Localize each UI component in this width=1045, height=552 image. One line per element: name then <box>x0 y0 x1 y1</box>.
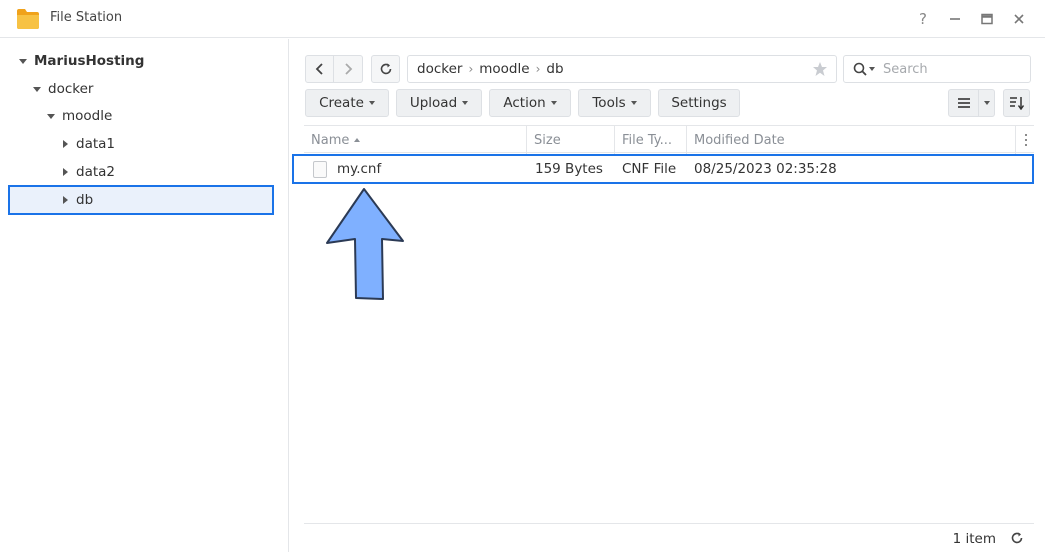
dropdown-caret-icon <box>630 101 637 105</box>
dropdown-caret-icon <box>983 101 990 105</box>
action-label: Action <box>503 95 546 111</box>
sort-button[interactable] <box>1003 89 1030 117</box>
tree-item-label: data2 <box>76 164 115 180</box>
pointer-arrow-icon <box>326 188 404 300</box>
refresh-list-button[interactable] <box>1008 529 1026 547</box>
breadcrumb-item[interactable]: docker <box>417 61 462 77</box>
column-header-label: Size <box>534 132 561 148</box>
file-modified: 08/25/2023 02:35:28 <box>694 161 837 177</box>
tree-item-docker[interactable]: docker <box>32 75 93 103</box>
refresh-button[interactable] <box>371 55 400 83</box>
chevron-left-icon <box>315 63 323 75</box>
search-options-caret-icon[interactable] <box>869 67 875 71</box>
sort-icon <box>1009 97 1024 110</box>
view-mode-group <box>948 89 1030 117</box>
create-label: Create <box>319 95 364 111</box>
file-list-header: Name Size File Ty... Modified Date <box>304 125 1034 154</box>
column-header-type[interactable]: File Ty... <box>615 126 687 154</box>
tree-item-data2[interactable]: data2 <box>60 158 115 186</box>
item-count: 1 item <box>952 531 996 547</box>
tree-selection-highlight <box>8 185 274 215</box>
tree-item-moodle[interactable]: moodle <box>46 102 112 130</box>
search-input[interactable] <box>883 61 1023 77</box>
upload-label: Upload <box>409 95 458 111</box>
collapsed-arrow-icon[interactable] <box>60 139 70 149</box>
window-title: File Station <box>50 10 123 25</box>
breadcrumb-separator: › <box>468 62 474 76</box>
breadcrumb-item[interactable]: db <box>546 61 563 77</box>
help-icon[interactable]: ? <box>912 8 934 30</box>
minimize-icon[interactable] <box>944 8 966 30</box>
settings-button[interactable]: Settings <box>658 89 740 117</box>
folder-icon <box>17 9 39 29</box>
collapsed-arrow-icon[interactable] <box>60 195 70 205</box>
breadcrumb-item[interactable]: moodle <box>479 61 529 77</box>
refresh-icon <box>1011 532 1023 544</box>
search-icon <box>853 62 867 76</box>
file-name: my.cnf <box>337 161 382 177</box>
action-button[interactable]: Action <box>489 89 571 117</box>
column-header-label: File Ty... <box>622 132 673 148</box>
dropdown-caret-icon <box>368 101 375 105</box>
collapsed-arrow-icon[interactable] <box>60 167 70 177</box>
column-header-modified[interactable]: Modified Date <box>687 126 1016 154</box>
expanded-arrow-icon[interactable] <box>46 111 56 121</box>
breadcrumb-separator: › <box>535 62 541 76</box>
column-header-size[interactable]: Size <box>527 126 615 154</box>
list-view-icon <box>957 98 970 108</box>
tree-item-label: db <box>76 192 94 208</box>
back-button[interactable] <box>305 55 334 83</box>
column-header-name[interactable]: Name <box>304 126 527 154</box>
status-bar: 1 item <box>304 523 1034 552</box>
tree-item-db[interactable]: db <box>60 186 93 214</box>
tree-item-mariushosting[interactable]: MariusHosting <box>18 47 144 75</box>
maximize-icon[interactable] <box>976 8 998 30</box>
tools-button[interactable]: Tools <box>578 89 651 117</box>
dropdown-caret-icon <box>462 101 469 105</box>
settings-label: Settings <box>671 95 727 111</box>
folder-tree: MariusHosting docker moodle data1 data2 … <box>0 39 289 552</box>
close-icon[interactable] <box>1008 8 1030 30</box>
search-box[interactable] <box>843 55 1031 83</box>
list-view-button[interactable] <box>948 89 979 117</box>
star-icon[interactable] <box>812 61 828 77</box>
file-size: 159 Bytes <box>535 161 603 177</box>
column-header-label: Modified Date <box>694 132 785 148</box>
tree-item-label: data1 <box>76 136 115 152</box>
chevron-right-icon <box>345 63 353 75</box>
view-options-dropdown[interactable] <box>979 89 995 117</box>
history-nav <box>305 55 363 83</box>
refresh-icon <box>380 63 391 75</box>
expanded-arrow-icon[interactable] <box>32 84 42 94</box>
help-glyph: ? <box>919 10 927 28</box>
tools-label: Tools <box>592 95 626 111</box>
title-bar: File Station ? <box>0 0 1045 38</box>
tree-item-label: MariusHosting <box>34 53 145 69</box>
column-menu-icon[interactable] <box>1024 132 1028 148</box>
tree-item-data1[interactable]: data1 <box>60 130 115 158</box>
upload-button[interactable]: Upload <box>396 89 482 117</box>
sort-ascending-icon <box>354 138 361 142</box>
table-row[interactable]: my.cnf 159 Bytes CNF File 08/25/2023 02:… <box>292 154 1034 184</box>
file-icon <box>313 161 327 178</box>
forward-button[interactable] <box>334 55 363 83</box>
dropdown-caret-icon <box>550 101 557 105</box>
column-header-label: Name <box>311 132 350 148</box>
breadcrumb[interactable]: docker › moodle › db <box>407 55 837 83</box>
file-type: CNF File <box>622 161 677 177</box>
create-button[interactable]: Create <box>305 89 389 117</box>
expanded-arrow-icon[interactable] <box>18 56 28 66</box>
tree-item-label: docker <box>48 81 94 97</box>
refresh-group <box>371 55 400 83</box>
tree-item-label: moodle <box>62 108 113 124</box>
